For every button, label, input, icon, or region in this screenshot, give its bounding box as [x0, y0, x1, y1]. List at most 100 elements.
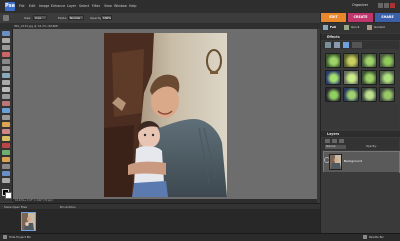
- delete-layer-icon[interactable]: [339, 139, 344, 143]
- layers-title: Layers: [327, 132, 340, 136]
- open-file-thumbnail[interactable]: [21, 212, 36, 231]
- effect-thumb-4[interactable]: [379, 53, 395, 68]
- tab-edit[interactable]: EDIT: [321, 13, 346, 22]
- edit-subtabs: Full Quick Guided: [320, 23, 400, 33]
- effect-thumb-3[interactable]: [361, 53, 377, 68]
- photo-effects-icon[interactable]: [343, 42, 349, 48]
- marquee-tool-icon[interactable]: [2, 59, 10, 64]
- sponge-tool-icon[interactable]: [2, 171, 10, 176]
- blend-mode-select[interactable]: Normal: [325, 145, 346, 149]
- effect-thumb-1[interactable]: [325, 53, 341, 68]
- shape-tool-icon[interactable]: [2, 157, 10, 162]
- photo-image[interactable]: [104, 33, 227, 197]
- layers-panel-header[interactable]: Layers: [321, 131, 400, 137]
- gradient-tool-icon[interactable]: [2, 150, 10, 155]
- crop-tool-icon[interactable]: [2, 94, 10, 99]
- menu-image[interactable]: Image: [39, 4, 49, 8]
- opacity-field[interactable]: 100%: [101, 15, 112, 20]
- menu-file[interactable]: File: [19, 4, 25, 8]
- mode-select[interactable]: Normal: [68, 15, 84, 20]
- effect-thumb-6[interactable]: [343, 70, 359, 85]
- subtab-full[interactable]: Full: [330, 24, 336, 31]
- effects-toolbar: [322, 41, 399, 49]
- tab-share[interactable]: SHARE: [375, 13, 400, 22]
- red-eye-tool-icon[interactable]: [2, 101, 10, 106]
- bin-toggle-icon[interactable]: [3, 235, 7, 239]
- pencil-tool-icon[interactable]: [2, 122, 10, 127]
- brush-tool-icon[interactable]: [3, 15, 9, 21]
- document-title: IMG_0134.jpg @ 16.4% (RGB/8): [14, 24, 59, 28]
- tab-create[interactable]: CREATE: [348, 13, 373, 22]
- mode-tab-bar: EDIT CREATE SHARE: [320, 13, 400, 23]
- maximize-icon[interactable]: [384, 3, 389, 8]
- full-edit-icon: [323, 25, 328, 30]
- effects-title: Effects: [327, 35, 340, 39]
- subtab-guided[interactable]: Guided: [374, 24, 385, 31]
- hide-project-bin-button[interactable]: Hide Project Bin: [9, 235, 31, 239]
- adjustment-layer-icon[interactable]: [332, 139, 337, 143]
- effect-thumb-7[interactable]: [361, 70, 377, 85]
- effect-thumb-5[interactable]: [325, 70, 341, 85]
- menu-layer[interactable]: Layer: [67, 4, 76, 8]
- effect-thumb-12[interactable]: [379, 87, 395, 102]
- eraser-tool-icon[interactable]: [2, 129, 10, 134]
- effect-thumb-10[interactable]: [343, 87, 359, 102]
- quick-fix-icon: [344, 25, 349, 30]
- effects-category-select[interactable]: [352, 42, 362, 48]
- new-layer-icon[interactable]: [325, 139, 330, 143]
- effect-thumb-2[interactable]: [343, 53, 359, 68]
- background-color-swatch[interactable]: [5, 192, 12, 199]
- layer-styles-icon[interactable]: [334, 42, 340, 48]
- effect-thumb-9[interactable]: [325, 87, 341, 102]
- type-tool-icon[interactable]: [2, 87, 10, 92]
- layers-empty-area: [322, 172, 399, 232]
- menu-help[interactable]: Help: [129, 4, 137, 8]
- layers-toolbar: Normal Opacity:: [322, 138, 399, 150]
- guided-edit-icon: [367, 25, 372, 30]
- organizer-button[interactable]: Organizer: [352, 3, 368, 10]
- layer-thumbnail: [329, 154, 342, 170]
- menu-filter[interactable]: Filter: [92, 4, 100, 8]
- filters-icon[interactable]: [325, 42, 331, 48]
- layer-opacity-label: Opacity:: [366, 145, 377, 148]
- lasso-tool-icon[interactable]: [2, 66, 10, 71]
- photo-illustration: [104, 33, 227, 197]
- layer-name: Background: [344, 159, 362, 163]
- toolbox: [0, 29, 13, 201]
- size-field[interactable]: 2 px: [33, 15, 47, 20]
- magic-wand-tool-icon[interactable]: [2, 73, 10, 78]
- project-bin: [0, 209, 320, 233]
- menu-view[interactable]: View: [104, 4, 112, 8]
- smudge-tool-icon[interactable]: [2, 178, 10, 183]
- paint-bucket-icon[interactable]: [2, 143, 10, 148]
- effect-thumb-8[interactable]: [379, 70, 395, 85]
- menu-edit[interactable]: Edit: [29, 4, 35, 8]
- eyedropper-tool-icon[interactable]: [2, 52, 10, 57]
- effect-thumb-11[interactable]: [361, 87, 377, 102]
- blur-tool-icon[interactable]: [2, 164, 10, 169]
- size-label: Size:: [24, 16, 32, 20]
- selection-brush-icon[interactable]: [2, 80, 10, 85]
- palette-bin-toggle-icon[interactable]: [363, 235, 367, 239]
- move-tool-icon[interactable]: [2, 31, 10, 36]
- effects-empty-area: [322, 103, 399, 129]
- zoom-tool-icon[interactable]: [2, 38, 10, 43]
- menu-bar: Pse File Edit Image Enhance Layer Select…: [0, 0, 400, 14]
- layer-thumbnail-image: [330, 155, 341, 169]
- menu-window[interactable]: Window: [114, 4, 127, 8]
- menu-select[interactable]: Select: [79, 4, 89, 8]
- clone-stamp-icon[interactable]: [2, 115, 10, 120]
- healing-brush-icon[interactable]: [2, 108, 10, 113]
- menu-enhance[interactable]: Enhance: [51, 4, 65, 8]
- thumbnail-image: [22, 213, 35, 230]
- close-icon[interactable]: [390, 3, 395, 8]
- mode-label: Mode:: [58, 16, 68, 20]
- minimize-icon[interactable]: [378, 3, 383, 8]
- effects-panel-header[interactable]: Effects: [321, 34, 400, 40]
- brush-tool-icon[interactable]: [2, 136, 10, 141]
- app-logo-icon: Pse: [5, 2, 15, 11]
- zoom-status: 16.42% ▸ 3.47" x 4.62" (72 ppi): [15, 199, 53, 202]
- palette-bin-button[interactable]: Palette Bin: [369, 235, 384, 239]
- hand-tool-icon[interactable]: [2, 45, 10, 50]
- subtab-quick[interactable]: Quick: [351, 24, 359, 31]
